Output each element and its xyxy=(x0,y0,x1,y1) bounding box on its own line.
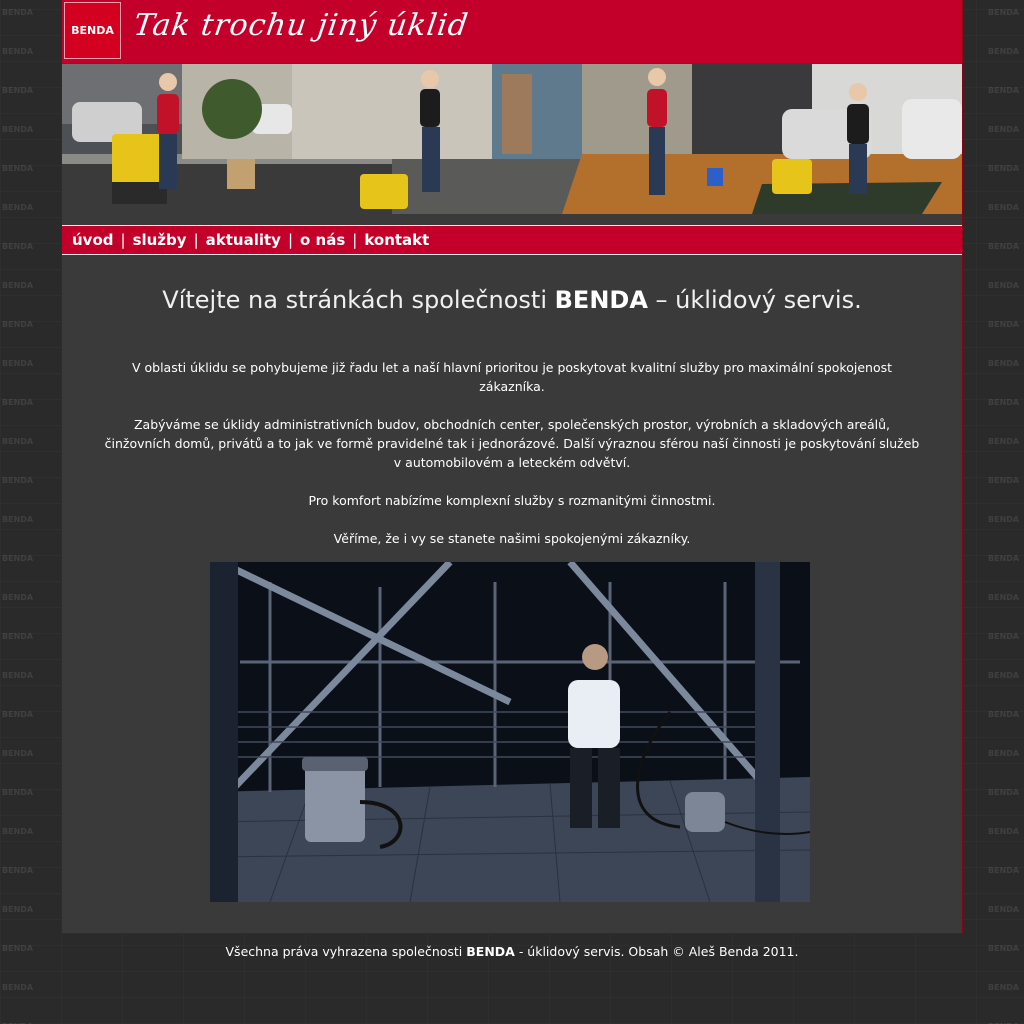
intro-paragraph: Zabýváme se úklidy administrativních bud… xyxy=(104,417,920,470)
watermark-text: BENDA xyxy=(988,905,1020,914)
watermark-text: BENDA xyxy=(988,632,1020,641)
nav-separator: | xyxy=(287,231,293,249)
watermark-text: BENDA xyxy=(988,164,1020,173)
watermark-text: BENDA xyxy=(988,983,1020,992)
watermark-text: BENDA xyxy=(988,866,1020,875)
intro-text: V oblasti úklidu se pohybujeme již řadu … xyxy=(102,358,922,548)
footer-suffix: - úklidový servis. Obsah © Aleš Benda 20… xyxy=(514,944,799,959)
watermark-text: BENDA xyxy=(988,476,1020,485)
watermark-text: BENDA xyxy=(988,86,1020,95)
watermark-text: BENDA xyxy=(988,554,1020,563)
banner-gap xyxy=(62,214,962,224)
page-title-brand: BENDA xyxy=(554,286,648,314)
page-title: Vítejte na stránkách společnosti BENDA –… xyxy=(62,286,962,314)
watermark-text: BENDA xyxy=(2,671,34,680)
watermark-text: BENDA xyxy=(2,749,34,758)
intro-paragraph: Věříme, že i vy se stanete našimi spokoj… xyxy=(333,531,691,546)
watermark-text: BENDA xyxy=(988,8,1020,17)
watermark-text: BENDA xyxy=(2,398,34,407)
watermark-text: BENDA xyxy=(988,281,1020,290)
nav-item-sluzby[interactable]: služby xyxy=(133,231,187,249)
watermark-text: BENDA xyxy=(988,125,1020,134)
watermark-text: BENDA xyxy=(988,47,1020,56)
watermark-text: BENDA xyxy=(2,164,34,173)
nav-separator: | xyxy=(120,231,126,249)
header: BENDA Tak trochu jiný úklid xyxy=(62,0,962,63)
watermark-text: BENDA xyxy=(2,203,34,212)
nav-separator: | xyxy=(352,231,358,249)
watermark-text: BENDA xyxy=(2,827,34,836)
footer-prefix: Všechna práva vyhrazena společnosti xyxy=(225,944,467,959)
nav-item-uvod[interactable]: úvod xyxy=(72,231,114,249)
watermark-text: BENDA xyxy=(2,47,34,56)
watermark-text: BENDA xyxy=(2,710,34,719)
watermark-text: BENDA xyxy=(988,749,1020,758)
intro-paragraph: Pro komfort nabízíme komplexní služby s … xyxy=(308,493,716,508)
watermark-text: BENDA xyxy=(988,242,1020,251)
watermark-text: BENDA xyxy=(988,515,1020,524)
nav-separator: | xyxy=(193,231,199,249)
watermark-text: BENDA xyxy=(988,320,1020,329)
watermark-text: BENDA xyxy=(2,632,34,641)
watermark-text: BENDA xyxy=(988,788,1020,797)
header-banner-image xyxy=(62,64,962,214)
watermark-text: BENDA xyxy=(2,86,34,95)
main-nav: úvod | služby | aktuality | o nás | kont… xyxy=(62,225,962,255)
watermark-text: BENDA xyxy=(2,437,34,446)
main-content: Vítejte na stránkách společnosti BENDA –… xyxy=(62,256,962,567)
watermark-text: BENDA xyxy=(2,593,34,602)
page-title-suffix: – úklidový servis. xyxy=(647,286,862,314)
watermark-text: BENDA xyxy=(2,281,34,290)
nav-item-kontakt[interactable]: kontakt xyxy=(364,231,429,249)
watermark-text: BENDA xyxy=(988,359,1020,368)
watermark-text: BENDA xyxy=(2,866,34,875)
feature-photo xyxy=(210,562,810,902)
watermark-text: BENDA xyxy=(988,203,1020,212)
watermark-text: BENDA xyxy=(2,242,34,251)
watermark-text: BENDA xyxy=(988,710,1020,719)
watermark-text: BENDA xyxy=(2,476,34,485)
watermark-text: BENDA xyxy=(988,437,1020,446)
benda-logo[interactable]: BENDA xyxy=(64,2,121,59)
nav-item-aktuality[interactable]: aktuality xyxy=(206,231,281,249)
watermark-text: BENDA xyxy=(2,359,34,368)
intro-paragraph: V oblasti úklidu se pohybujeme již řadu … xyxy=(131,360,893,394)
slogan: Tak trochu jiný úklid xyxy=(131,8,471,43)
watermark-text: BENDA xyxy=(2,788,34,797)
watermark-text: BENDA xyxy=(2,125,34,134)
watermark-text: BENDA xyxy=(988,671,1020,680)
page-title-prefix: Vítejte na stránkách společnosti xyxy=(162,286,555,314)
watermark-text: BENDA xyxy=(988,593,1020,602)
watermark-text: BENDA xyxy=(2,515,34,524)
watermark-text: BENDA xyxy=(988,827,1020,836)
watermark-text: BENDA xyxy=(2,320,34,329)
watermark-text: BENDA xyxy=(2,905,34,914)
watermark-text: BENDA xyxy=(2,554,34,563)
nav-item-o-nas[interactable]: o nás xyxy=(300,231,345,249)
footer: Všechna práva vyhrazena společnosti BEND… xyxy=(0,944,1024,959)
page-container: BENDA Tak trochu jiný úklid úvod | služb… xyxy=(61,0,963,934)
watermark-text: BENDA xyxy=(2,8,34,17)
watermark-text: BENDA xyxy=(988,398,1020,407)
footer-brand: BENDA xyxy=(466,944,515,959)
watermark-text: BENDA xyxy=(2,983,34,992)
